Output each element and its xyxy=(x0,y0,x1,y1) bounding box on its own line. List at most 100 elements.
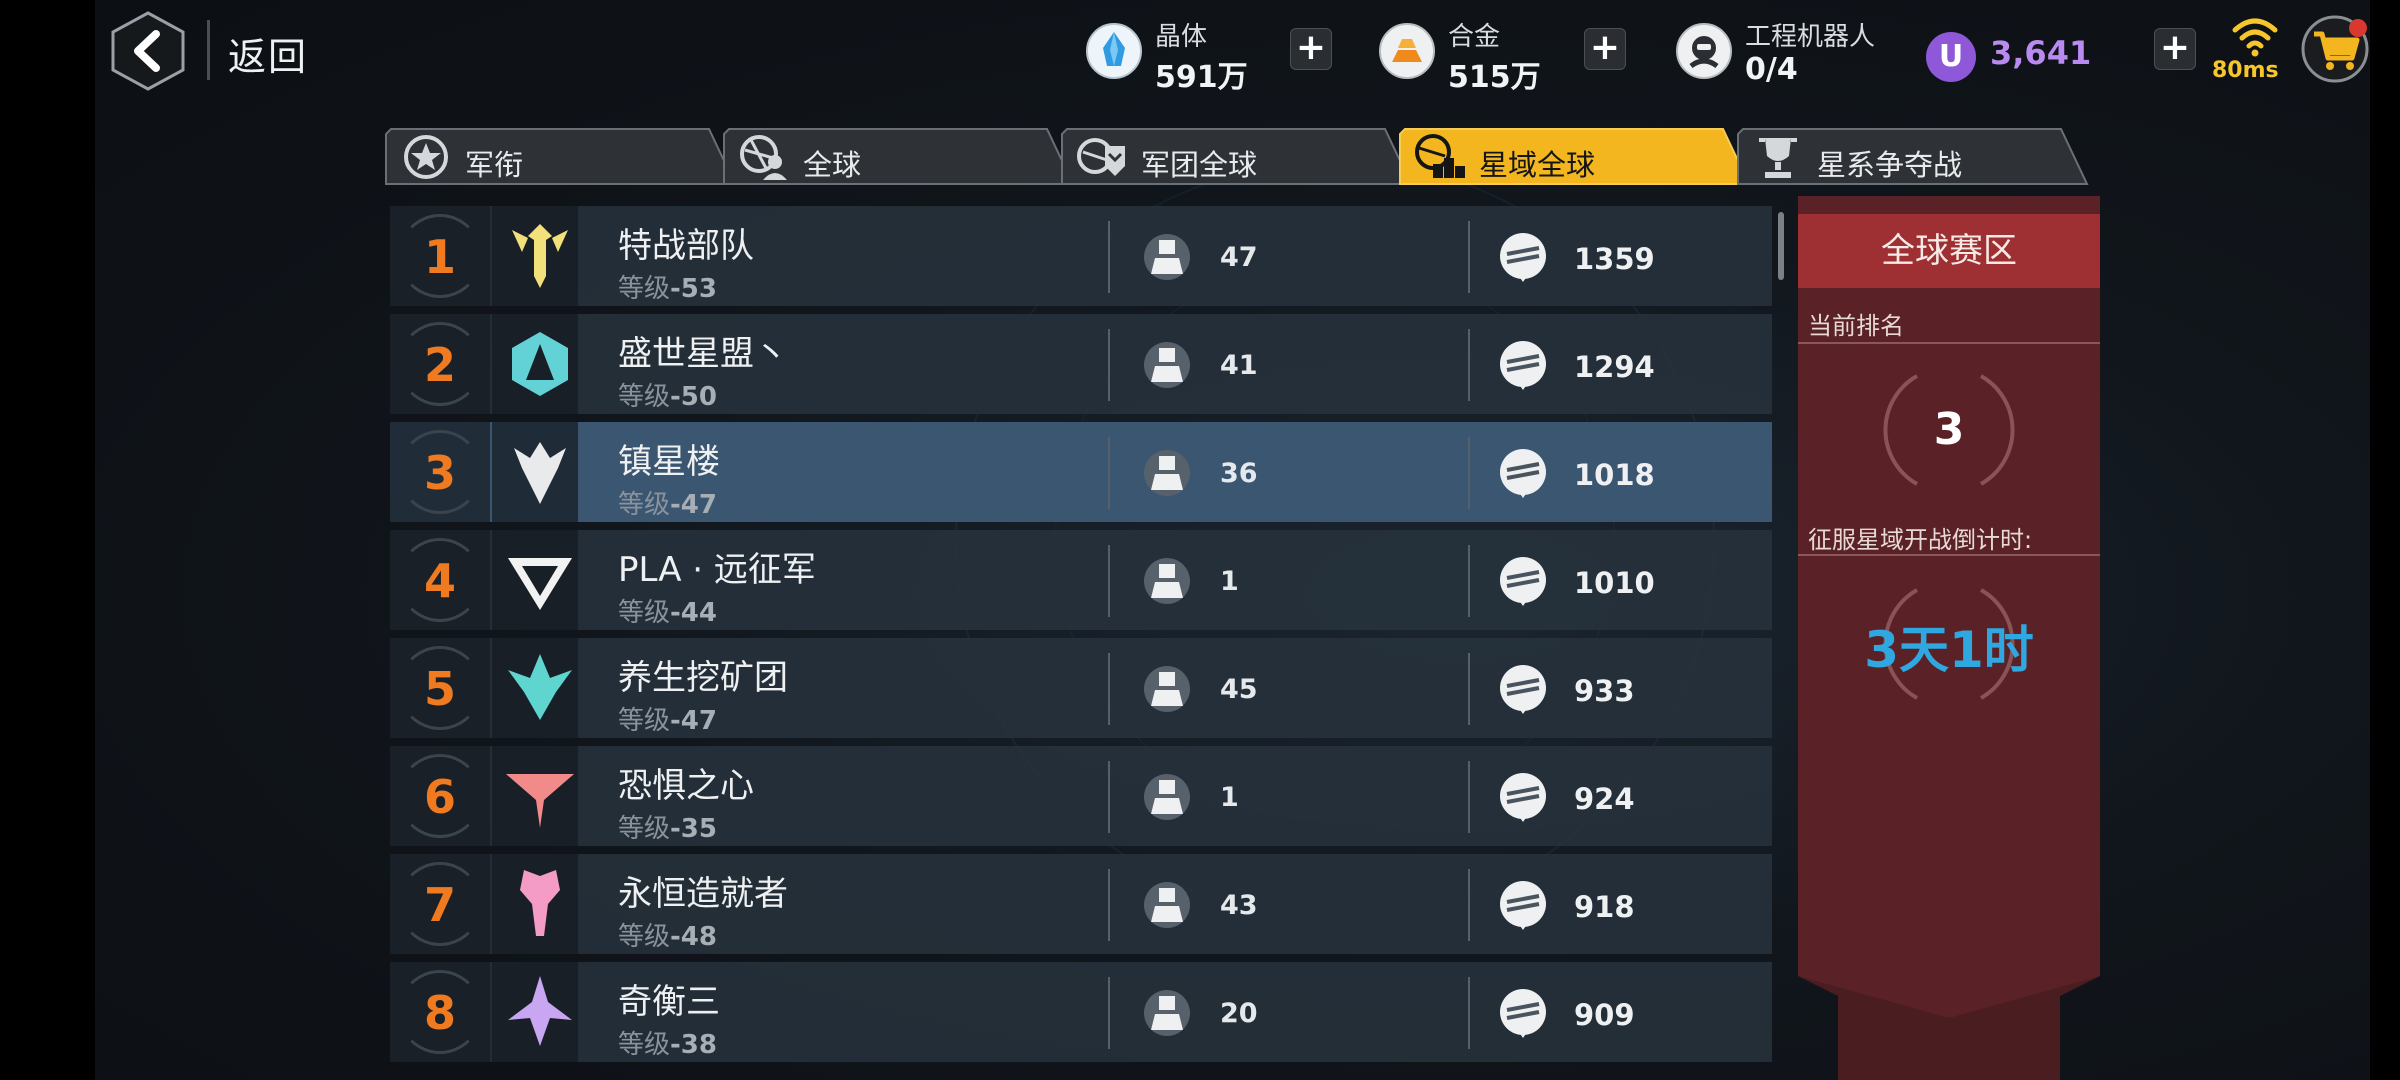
legion-level: 等级-38 xyxy=(618,1030,717,1060)
ping-value: 80ms xyxy=(2212,58,2279,83)
letterbox-right xyxy=(2370,0,2400,1080)
robot-value: 0/4 xyxy=(1745,52,1798,87)
member-count: 1 xyxy=(1220,782,1239,813)
legion-emblem-icon xyxy=(506,774,574,828)
member-icon xyxy=(1144,666,1190,712)
legion-emblem-icon xyxy=(514,442,566,504)
legion-emblem-icon xyxy=(508,558,572,610)
podium-globe-icon xyxy=(1415,134,1465,178)
column-divider xyxy=(1108,221,1110,293)
legion-level: 等级-53 xyxy=(618,274,717,304)
legion-name: 特战部队 xyxy=(618,226,754,266)
score-value: 933 xyxy=(1574,674,1635,708)
column-divider xyxy=(1468,221,1470,293)
member-count: 41 xyxy=(1220,350,1258,381)
engineering-robot-icon xyxy=(1676,23,1732,79)
globe-user-icon xyxy=(740,135,787,180)
list-scrollbar[interactable] xyxy=(1778,212,1784,280)
table-row[interactable]: 3 镇星楼 等级-47 36 1018 xyxy=(390,422,1772,522)
member-count: 47 xyxy=(1220,242,1258,273)
legion-name: 养生挖矿团 xyxy=(618,658,788,698)
legion-name: 永恒造就者 xyxy=(618,874,788,914)
tab-rank[interactable]: 军衔 xyxy=(385,128,737,186)
rank-number: 3 xyxy=(423,446,456,500)
member-icon xyxy=(1144,342,1190,388)
column-divider xyxy=(1468,653,1470,725)
legion-emblem-icon xyxy=(520,870,560,936)
member-icon xyxy=(1144,990,1190,1036)
member-count: 45 xyxy=(1220,674,1258,705)
countdown-value: 3天1时 xyxy=(1864,621,2034,679)
table-row[interactable]: 2 盛世星盟丶 等级-50 41 1294 xyxy=(390,314,1772,414)
legion-level: 等级-48 xyxy=(618,922,717,952)
tab-bar: 军衔 全球 军团全球 星域全球 星系争夺战 xyxy=(385,128,2097,188)
member-count: 36 xyxy=(1220,458,1258,489)
score-helmet-icon xyxy=(1500,989,1546,1038)
tab-star-domain-global[interactable]: 星域全球 xyxy=(1399,128,1751,186)
back-arrow-icon xyxy=(111,11,185,91)
trophy-icon xyxy=(1759,138,1797,178)
table-row[interactable]: 1 特战部队 等级-53 47 1359 xyxy=(390,206,1772,306)
score-helmet-icon xyxy=(1500,233,1546,282)
legion-name: PLA · 远征军 xyxy=(618,550,816,590)
table-row[interactable]: 5 养生挖矿团等级-47 45 933 xyxy=(390,638,1772,738)
column-divider xyxy=(1108,545,1110,617)
score-helmet-icon xyxy=(1500,341,1546,390)
column-divider xyxy=(1108,329,1110,401)
legion-level: 等级-47 xyxy=(618,706,717,736)
rank-number: 6 xyxy=(423,770,456,824)
alloy-label: 合金 xyxy=(1448,22,1501,52)
legion-name: 盛世星盟丶 xyxy=(618,334,788,374)
alloy-value: 515万 xyxy=(1448,60,1541,95)
rank-badge-icon xyxy=(404,135,448,179)
legion-globe-icon xyxy=(1077,138,1125,176)
member-icon xyxy=(1144,774,1190,820)
tab-label: 军衔 xyxy=(465,148,524,182)
premium-currency-icon: U xyxy=(1926,32,1976,82)
legion-emblem-icon xyxy=(512,224,568,288)
rank-number: 8 xyxy=(423,986,456,1040)
score-helmet-icon xyxy=(1500,881,1546,930)
tab-global[interactable]: 全球 xyxy=(723,128,1075,186)
rank-number: 7 xyxy=(423,878,456,932)
column-divider xyxy=(1108,653,1110,725)
tab-galaxy-battle[interactable]: 星系争夺战 xyxy=(1737,128,2089,186)
add-premium-button[interactable]: + xyxy=(2154,28,2196,70)
member-icon xyxy=(1144,882,1190,928)
column-divider xyxy=(1468,761,1470,833)
ranking-list: 1 特战部队 等级-53 47 1359 2 盛世星盟丶 等级-50 41 1294 3 镇星楼 等级-… xyxy=(390,206,1776,1080)
member-icon xyxy=(1144,450,1190,496)
global-region-panel: 全球赛区 当前排名 3 征服星域开战倒计时: 3天1时 xyxy=(1798,196,2100,1080)
legion-emblem-icon xyxy=(508,976,572,1046)
game-screen: 返回 晶体 591万 + 合金 515万 + 工程机器人 0/4 U 3,641 xyxy=(0,0,2400,1080)
score-helmet-icon xyxy=(1500,773,1546,822)
member-icon xyxy=(1144,234,1190,280)
table-row[interactable]: 6 恐惧之心 等级-35 1 924 xyxy=(390,746,1772,846)
member-icon xyxy=(1144,558,1190,604)
rank-number: 1 xyxy=(423,230,456,284)
rank-number: 5 xyxy=(423,662,456,716)
letterbox-left xyxy=(0,0,95,1080)
table-row[interactable]: 4 PLA · 远征军 等级-44 1 1010 xyxy=(390,530,1772,630)
tab-legion-global[interactable]: 军团全球 xyxy=(1061,128,1413,186)
table-row[interactable]: 7 永恒造就者 等级-48 43 918 xyxy=(390,854,1772,954)
add-crystal-button[interactable]: + xyxy=(1290,28,1332,70)
robot-label: 工程机器人 xyxy=(1745,22,1876,52)
column-divider xyxy=(1468,977,1470,1049)
shop-cart-icon[interactable] xyxy=(2300,14,2370,84)
legion-name: 奇衡三 xyxy=(618,982,720,1022)
legion-level: 等级-35 xyxy=(618,814,717,844)
rank-number: 4 xyxy=(423,554,456,608)
alloy-icon xyxy=(1379,23,1435,79)
member-count: 1 xyxy=(1220,566,1239,597)
current-rank-value: 3 xyxy=(1933,404,1965,455)
legion-name: 镇星楼 xyxy=(618,442,720,482)
table-row[interactable]: 8 奇衡三 等级-38 20 909 xyxy=(390,962,1772,1062)
add-alloy-button[interactable]: + xyxy=(1584,28,1626,70)
score-value: 909 xyxy=(1574,998,1635,1032)
back-label[interactable]: 返回 xyxy=(228,26,308,81)
column-divider xyxy=(1468,437,1470,509)
score-helmet-icon xyxy=(1500,557,1546,606)
score-value: 1294 xyxy=(1574,350,1655,384)
column-divider xyxy=(1108,869,1110,941)
